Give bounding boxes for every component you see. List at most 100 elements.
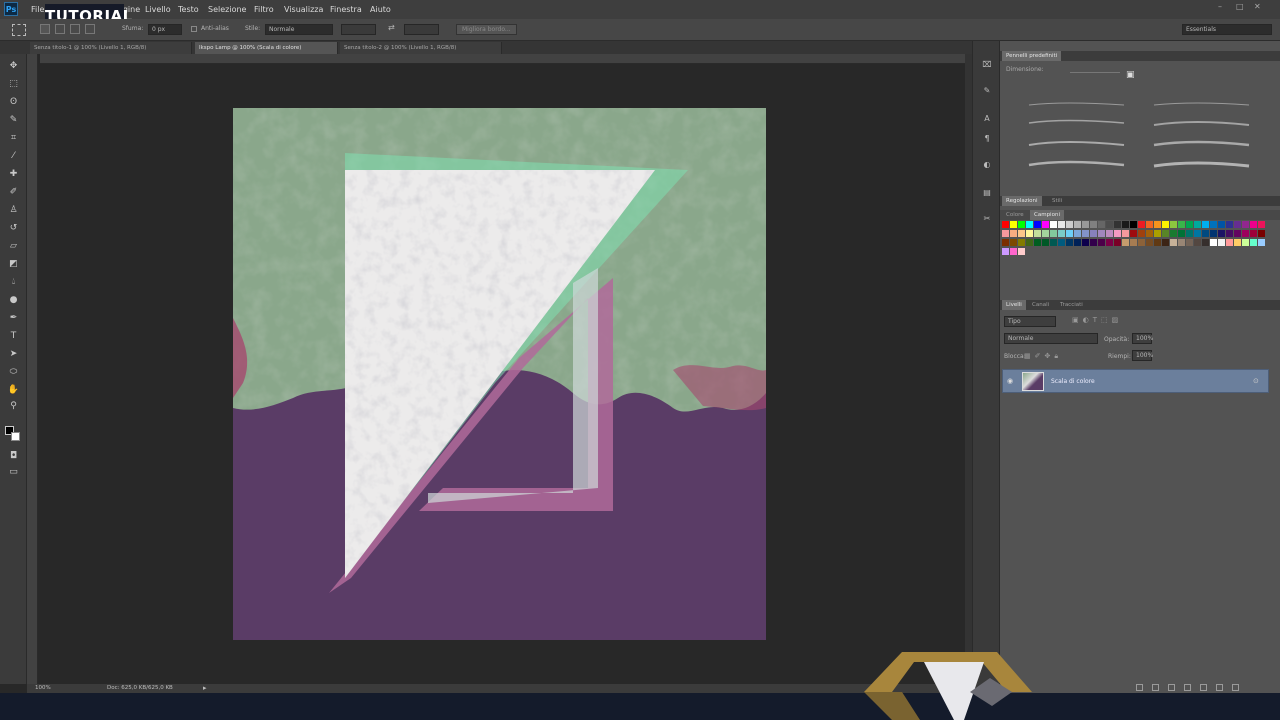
shape-tool-icon[interactable]: ⬭	[7, 366, 20, 379]
group-icon[interactable]	[1200, 684, 1207, 691]
type-tool-icon[interactable]: T	[7, 330, 20, 343]
width-input[interactable]	[341, 24, 376, 35]
swap-icon[interactable]: ⇄	[388, 23, 395, 32]
swatch[interactable]	[1066, 230, 1073, 237]
paragraph-icon[interactable]: ¶	[981, 133, 993, 145]
swatch[interactable]	[1210, 230, 1217, 237]
paths-tab[interactable]: Tracciati	[1056, 300, 1087, 310]
dodge-tool-icon[interactable]: ●	[7, 294, 20, 307]
swatch[interactable]	[1242, 239, 1249, 246]
swatch[interactable]	[1090, 230, 1097, 237]
status-arrow-icon[interactable]: ▸	[203, 684, 207, 692]
swatch[interactable]	[1178, 239, 1185, 246]
swatch[interactable]	[1138, 239, 1145, 246]
lock-icons[interactable]: ▦✐✥🔒︎	[1024, 352, 1062, 361]
swatch[interactable]	[1122, 239, 1129, 246]
swatch[interactable]	[1106, 239, 1113, 246]
swatch[interactable]	[1178, 230, 1185, 237]
new-preset-icon[interactable]: ▣	[1126, 70, 1138, 81]
swatch[interactable]	[1178, 221, 1185, 228]
swatch[interactable]	[1194, 221, 1201, 228]
menu-help[interactable]: Aiuto	[370, 0, 391, 19]
zoom-level[interactable]: 100%	[35, 685, 51, 691]
swatch[interactable]	[1042, 239, 1049, 246]
menu-window[interactable]: Finestra	[330, 0, 362, 19]
swatch[interactable]	[1170, 221, 1177, 228]
adjustment-layer-icon[interactable]	[1184, 684, 1191, 691]
add-mask-icon[interactable]	[1168, 684, 1175, 691]
swatch[interactable]	[1218, 230, 1225, 237]
swatch[interactable]	[1074, 230, 1081, 237]
swatch[interactable]	[1154, 230, 1161, 237]
eraser-tool-icon[interactable]: ▱	[7, 240, 20, 253]
swatch[interactable]	[1002, 230, 1009, 237]
swatch[interactable]	[1210, 239, 1217, 246]
swatch[interactable]	[1018, 221, 1025, 228]
swatch[interactable]	[1234, 221, 1241, 228]
marquee-tool-icon[interactable]: ⬚	[7, 78, 20, 91]
swatch[interactable]	[1098, 239, 1105, 246]
swatch[interactable]	[1026, 230, 1033, 237]
swatch[interactable]	[1186, 221, 1193, 228]
swatch[interactable]	[1082, 230, 1089, 237]
history-icon[interactable]: ⌧	[981, 59, 993, 71]
swatch[interactable]	[1010, 230, 1017, 237]
swatch[interactable]	[1194, 230, 1201, 237]
swatch[interactable]	[1010, 221, 1017, 228]
screen-mode-icon[interactable]: ▭	[7, 466, 20, 479]
swatch[interactable]	[1010, 248, 1017, 255]
swatch[interactable]	[1130, 230, 1137, 237]
swatch[interactable]	[1034, 230, 1041, 237]
workspace-select[interactable]: Essentials	[1182, 24, 1272, 35]
swatch[interactable]	[1138, 221, 1145, 228]
menu-select[interactable]: Selezione	[208, 0, 246, 19]
swatch[interactable]	[1018, 248, 1025, 255]
move-tool-icon[interactable]: ✥	[7, 60, 20, 73]
doc-tab-2[interactable]: Ikspo Lamp @ 100% (Scala di colore)	[195, 42, 338, 54]
pen-tool-icon[interactable]: ✒	[7, 312, 20, 325]
layer-row[interactable]: ◉ Scala di colore ⊙	[1002, 369, 1269, 393]
lasso-tool-icon[interactable]: ʘ	[7, 96, 20, 109]
swatch[interactable]	[1130, 221, 1137, 228]
swatch-grid[interactable]	[1002, 221, 1268, 261]
swatch[interactable]	[1202, 239, 1209, 246]
background-color-swatch[interactable]	[11, 432, 20, 441]
swatch[interactable]	[1250, 221, 1257, 228]
swatch[interactable]	[1258, 230, 1265, 237]
menu-filter[interactable]: Filtro	[254, 0, 274, 19]
swatch[interactable]	[1106, 230, 1113, 237]
swatch[interactable]	[1202, 230, 1209, 237]
swatch[interactable]	[1250, 239, 1257, 246]
layer-thumbnail[interactable]	[1022, 372, 1044, 391]
quick-mask-icon[interactable]: ◘	[7, 450, 20, 463]
adjustments-icon[interactable]: ◐	[981, 159, 993, 171]
eyedropper-tool-icon[interactable]: ⁄	[7, 150, 20, 163]
swatch[interactable]	[1122, 221, 1129, 228]
channels-tab[interactable]: Canali	[1028, 300, 1053, 310]
swatch[interactable]	[1082, 239, 1089, 246]
path-select-tool-icon[interactable]: ➤	[7, 348, 20, 361]
visibility-eye-icon[interactable]: ◉	[1007, 377, 1013, 385]
trash-icon[interactable]	[1232, 684, 1239, 691]
layer-filter-select[interactable]: Tipo	[1004, 316, 1056, 327]
doc-tab-3[interactable]: Senza titolo-2 @ 100% (Livello 1, RGB/8)	[340, 42, 502, 54]
swatch[interactable]	[1186, 239, 1193, 246]
blend-mode-select[interactable]: Normale	[1004, 333, 1098, 344]
crop-tool-icon[interactable]: ⌗	[7, 132, 20, 145]
layer-name[interactable]: Scala di colore	[1051, 378, 1095, 385]
swatch[interactable]	[1058, 221, 1065, 228]
swatch[interactable]	[1018, 230, 1025, 237]
swatch[interactable]	[1154, 239, 1161, 246]
swatch[interactable]	[1018, 239, 1025, 246]
healing-brush-tool-icon[interactable]: ✚	[7, 168, 20, 181]
swatch[interactable]	[1034, 239, 1041, 246]
swatch[interactable]	[1138, 230, 1145, 237]
swatch[interactable]	[1042, 230, 1049, 237]
swatch[interactable]	[1258, 239, 1265, 246]
swatch[interactable]	[1186, 230, 1193, 237]
swatch[interactable]	[1090, 239, 1097, 246]
fill-input[interactable]: 100%	[1132, 350, 1153, 361]
minimize-button[interactable]: –	[1218, 2, 1222, 11]
opacity-input[interactable]: 100%	[1132, 333, 1153, 344]
swatches-tab[interactable]: Campioni	[1030, 210, 1064, 220]
